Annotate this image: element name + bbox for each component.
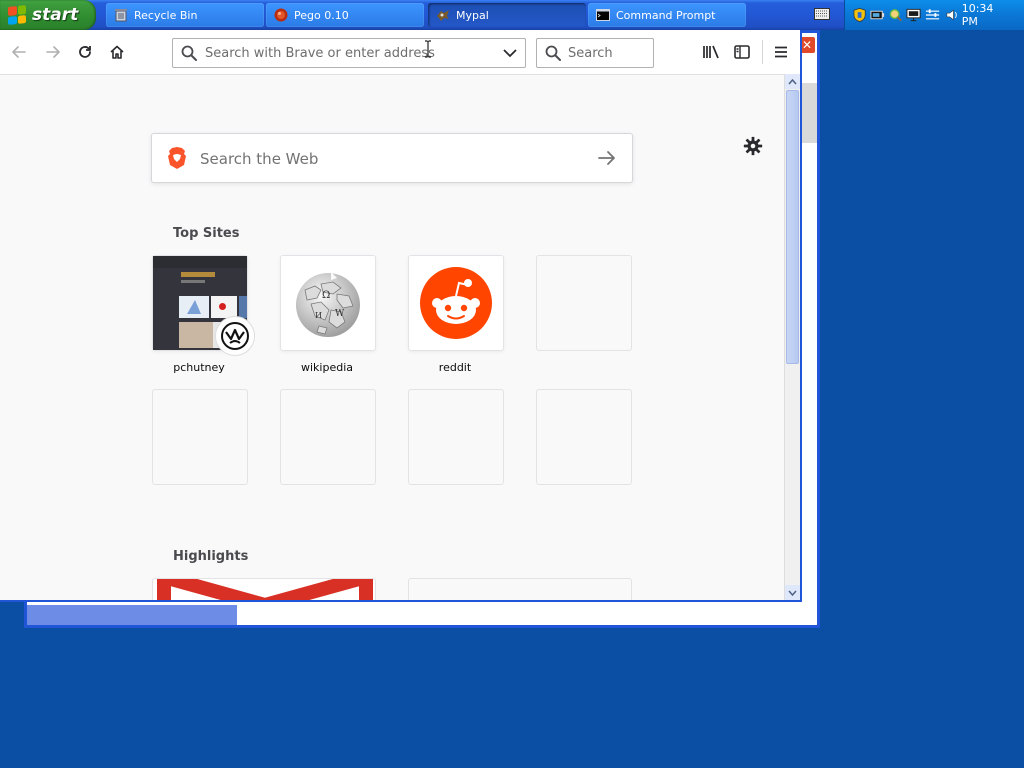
search-icon [545,45,561,61]
reddit-logo-icon [420,267,492,339]
scroll-up-icon[interactable] [785,74,800,89]
library-button[interactable] [698,39,724,65]
keyboard-icon[interactable] [814,8,830,20]
search-input[interactable] [568,39,648,67]
top-site-empty[interactable] [536,389,632,485]
gmail-logo-icon [157,579,373,600]
taskbar-item-pego[interactable]: Pego 0.10 [266,3,424,27]
monitor-icon[interactable] [906,8,921,22]
system-tray: 10:34 PM [844,0,1024,30]
taskbar-item-mypal[interactable]: Mypal [428,3,586,27]
browser-toolbar [0,30,800,75]
top-site-empty[interactable] [536,255,632,351]
start-label: start [32,5,79,25]
search-icon [181,45,197,61]
reload-icon [79,46,91,58]
svg-text:Ω: Ω [322,290,330,301]
background-window-progress [27,605,237,625]
web-search-input[interactable] [198,134,592,184]
top-site-empty[interactable] [280,389,376,485]
mypal-icon [436,8,450,22]
top-site-empty[interactable] [152,389,248,485]
wikipedia-globe-icon: Ω W И [296,272,360,337]
taskbar-item-label: Recycle Bin [134,8,198,22]
pego-icon [274,8,288,22]
home-button[interactable] [104,39,130,65]
clock[interactable]: 10:34 PM [962,2,1010,28]
top-site-label: wikipedia [300,361,353,374]
top-site-empty[interactable] [408,389,504,485]
highlight-card-gmail[interactable] [152,578,376,600]
top-sites-heading: Top Sites [173,226,240,241]
scroll-down-icon[interactable] [785,585,800,600]
new-tab-page: Top Sites pchutney [0,75,784,600]
shield-icon[interactable] [853,7,866,23]
background-window-scrollbar [801,83,817,143]
taskbar: start Recycle Bin Pego 0.10 Mypal Comman… [0,0,1024,30]
gear-icon[interactable] [742,135,764,157]
taskbar-item-recycle-bin[interactable]: Recycle Bin [106,3,264,27]
display-settings-icon[interactable] [925,8,940,22]
url-input[interactable] [205,39,495,67]
start-button[interactable]: start [0,0,96,30]
sidebar-icon [734,45,750,59]
taskbar-item-label: Command Prompt [616,8,716,22]
recycle-bin-icon [114,8,128,22]
svg-text:И: И [315,311,322,320]
forward-button[interactable] [40,39,66,65]
home-icon [110,45,124,59]
browser-window: Top Sites pchutney [0,30,802,602]
top-site-pchutney[interactable] [152,255,255,356]
forward-arrow-icon [46,46,60,58]
toolbar-divider [762,40,763,64]
windows-logo-icon [8,5,26,25]
highlights-heading: Highlights [173,549,249,564]
reload-button[interactable] [72,39,98,65]
pchutney-favicon-icon [215,316,255,356]
top-site-wikipedia[interactable]: Ω W И [280,255,376,351]
cmd-icon [596,8,610,22]
top-site-label: reddit [438,361,472,374]
back-button[interactable] [6,39,32,65]
highlight-card-empty[interactable] [408,578,632,600]
text-cursor-icon [425,40,431,58]
back-arrow-icon [12,46,26,58]
menu-button[interactable] [768,39,794,65]
url-bar[interactable] [172,38,526,68]
arrow-right-icon[interactable] [598,150,616,166]
sidebar-toggle-button[interactable] [729,39,755,65]
brave-logo-icon [168,147,186,169]
magnifier-icon[interactable] [889,8,903,22]
taskbar-item-label: Pego 0.10 [294,8,349,22]
scrollbar-thumb[interactable] [786,90,799,364]
taskbar-item-command-prompt[interactable]: Command Prompt [588,3,746,27]
top-site-reddit[interactable] [408,255,504,351]
top-site-label: pchutney [173,361,225,374]
web-search-box[interactable] [151,133,633,184]
battery-icon[interactable] [870,9,885,21]
chevron-down-icon[interactable] [503,48,517,58]
taskbar-item-label: Mypal [456,8,489,22]
vertical-scrollbar[interactable] [784,74,800,600]
library-icon [703,45,719,59]
search-bar[interactable] [536,38,654,68]
hamburger-menu-icon [775,46,787,58]
volume-icon[interactable] [945,8,958,22]
svg-text:W: W [335,309,345,319]
